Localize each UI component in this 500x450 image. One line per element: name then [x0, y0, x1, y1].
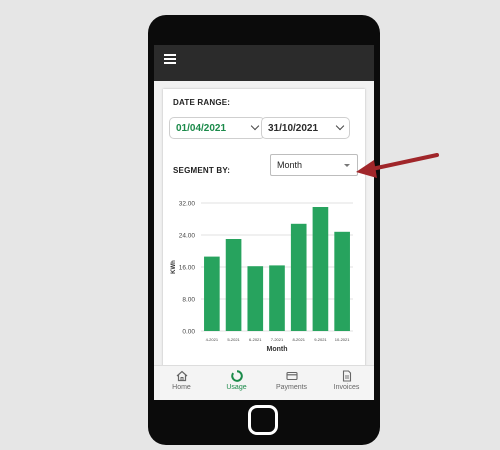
- annotation-arrow: [356, 153, 439, 178]
